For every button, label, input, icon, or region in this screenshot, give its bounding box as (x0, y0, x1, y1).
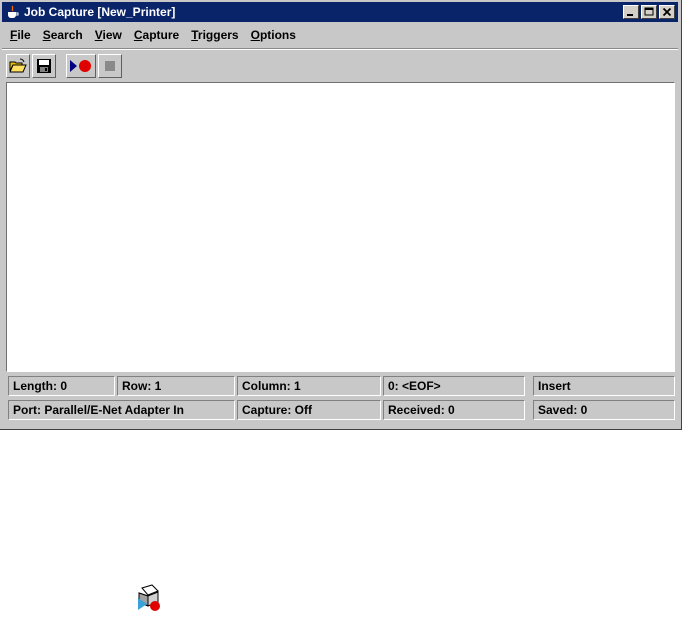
save-disk-icon (37, 59, 51, 73)
job-capture-window: Job Capture [New_Printer] File Search Vi… (0, 0, 682, 430)
status-row: Row: 1 (117, 376, 235, 396)
stop-capture-icon (105, 61, 115, 71)
maximize-button[interactable] (641, 5, 657, 19)
close-button[interactable] (659, 5, 675, 19)
status-char: 0: <EOF> (383, 376, 525, 396)
minimize-icon (627, 14, 633, 16)
minimize-button[interactable] (623, 5, 639, 19)
menu-file[interactable]: File (4, 26, 37, 46)
close-icon (662, 7, 672, 17)
toolbar (6, 53, 122, 79)
menu-view[interactable]: View (89, 26, 128, 46)
open-folder-icon (9, 58, 27, 73)
menu-separator (2, 48, 678, 50)
maximize-icon (644, 7, 654, 16)
menu-bar: File Search View Capture Triggers Option… (4, 26, 302, 46)
status-column: Column: 1 (237, 376, 381, 396)
java-cup-icon (6, 5, 20, 19)
status-received: Received: 0 (383, 400, 525, 420)
menu-capture[interactable]: Capture (128, 26, 185, 46)
status-length: Length: 0 (8, 376, 115, 396)
status-port: Port: Parallel/E-Net Adapter In (8, 400, 235, 420)
window-title: Job Capture [New_Printer] (24, 5, 176, 19)
status-capture: Capture: Off (237, 400, 381, 420)
menu-search[interactable]: Search (37, 26, 89, 46)
start-capture-button[interactable] (66, 54, 96, 78)
open-button[interactable] (6, 54, 30, 78)
printer-capture-icon (138, 584, 160, 611)
status-mode: Insert (533, 376, 675, 396)
capture-text-area[interactable] (6, 82, 675, 372)
status-saved: Saved: 0 (533, 400, 675, 420)
save-button[interactable] (32, 54, 56, 78)
stop-capture-button[interactable] (98, 54, 122, 78)
menu-triggers[interactable]: Triggers (185, 26, 244, 46)
title-bar[interactable]: Job Capture [New_Printer] (2, 2, 678, 22)
job-capture-app-icon[interactable] (134, 584, 164, 612)
menu-options[interactable]: Options (245, 26, 302, 46)
start-capture-icon (70, 60, 91, 72)
